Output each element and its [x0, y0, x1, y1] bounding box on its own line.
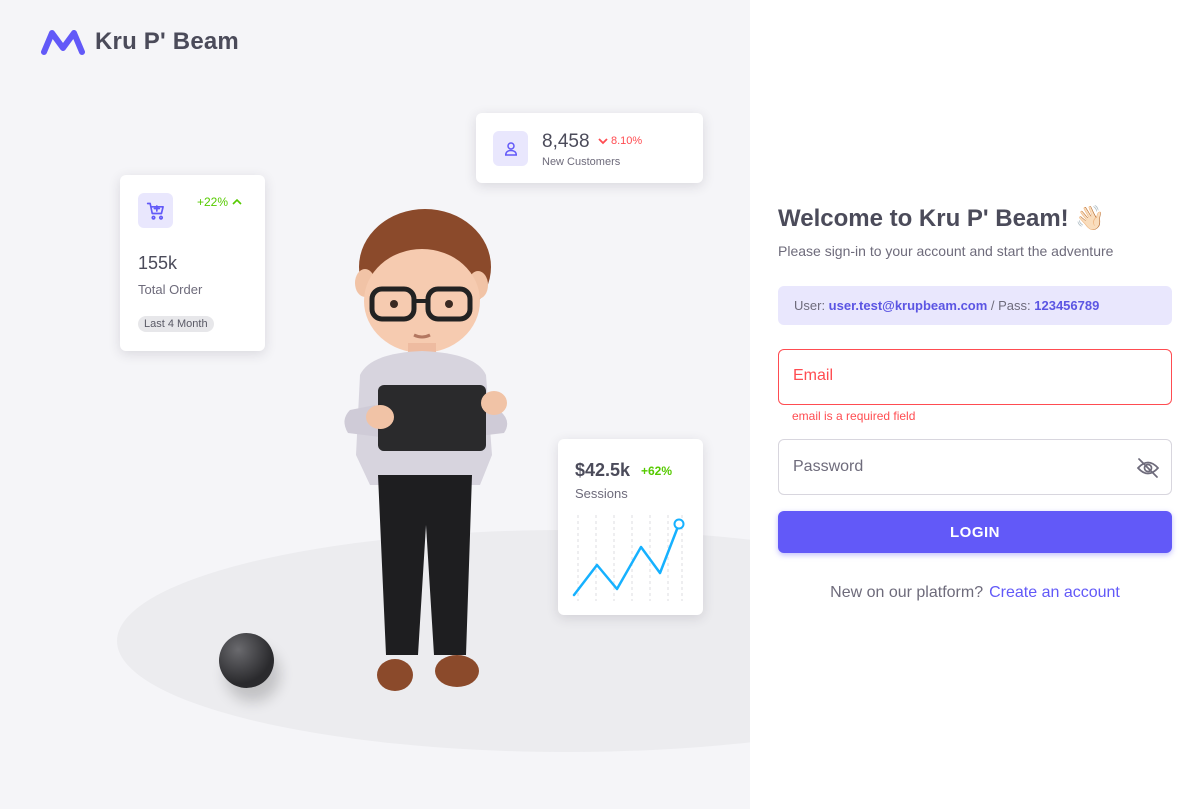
email-error: email is a required field [792, 409, 916, 423]
email-placeholder: Email [793, 367, 834, 384]
customers-value: 8,458 [542, 131, 590, 152]
orders-period-chip: Last 4 Month [138, 316, 214, 332]
cart-plus-icon [138, 193, 173, 228]
demo-credentials-alert: User: user.test@krupbeam.com / Pass: 123… [778, 286, 1172, 325]
brand-logo-icon [41, 30, 85, 55]
sessions-value: $42.5k [575, 460, 631, 480]
welcome-subtitle: Please sign-in to your account and start… [778, 243, 1114, 259]
total-order-card: +22% 155k Total Order Last 4 Month [120, 175, 265, 351]
chevron-down-icon [598, 138, 608, 145]
customers-label: New Customers [542, 156, 621, 168]
brand-name: Kru P' Beam [95, 28, 239, 55]
eye-off-icon[interactable] [1136, 457, 1160, 479]
brand[interactable]: Kru P' Beam [41, 28, 239, 56]
new-customers-card: 8,458 8.10% New Customers [476, 113, 703, 183]
cred-user: user.test@krupbeam.com [828, 298, 988, 313]
sessions-trend: +62% [641, 464, 673, 478]
cred-separator: / Pass: [987, 298, 1035, 313]
character-illustration [344, 209, 508, 691]
orders-trend-value: +22% [197, 195, 229, 209]
signup-prompt: New on our platform? Create an account [750, 584, 1200, 602]
orders-value: 155k [138, 253, 178, 273]
cred-pass: 123456789 [1034, 298, 1100, 313]
sessions-sparkline [572, 515, 685, 601]
signup-text: New on our platform? [830, 584, 984, 601]
customers-trend: 8.10% [598, 135, 642, 147]
create-account-link[interactable]: Create an account [989, 584, 1120, 601]
chevron-up-icon [232, 198, 242, 205]
email-field[interactable]: Email [778, 349, 1172, 405]
customers-trend-value: 8.10% [611, 135, 643, 147]
orders-trend: +22% [197, 195, 242, 209]
sessions-label: Sessions [575, 486, 628, 501]
login-button[interactable]: LOGIN [778, 511, 1172, 553]
orders-label: Total Order [138, 282, 203, 297]
illustration-panel: Kru P' Beam +22% 155k Total Order Last 4… [0, 0, 750, 809]
welcome-title: Welcome to Kru P' Beam! 👋🏻 [778, 205, 1106, 232]
sessions-card: $42.5k +62% Sessions [558, 439, 703, 615]
password-field[interactable]: Password [778, 439, 1172, 495]
cred-user-label: User: [794, 298, 829, 313]
ball-decoration [219, 633, 274, 688]
password-placeholder: Password [793, 458, 864, 475]
user-icon [493, 131, 528, 166]
login-panel: Welcome to Kru P' Beam! 👋🏻 Please sign-i… [750, 0, 1200, 809]
